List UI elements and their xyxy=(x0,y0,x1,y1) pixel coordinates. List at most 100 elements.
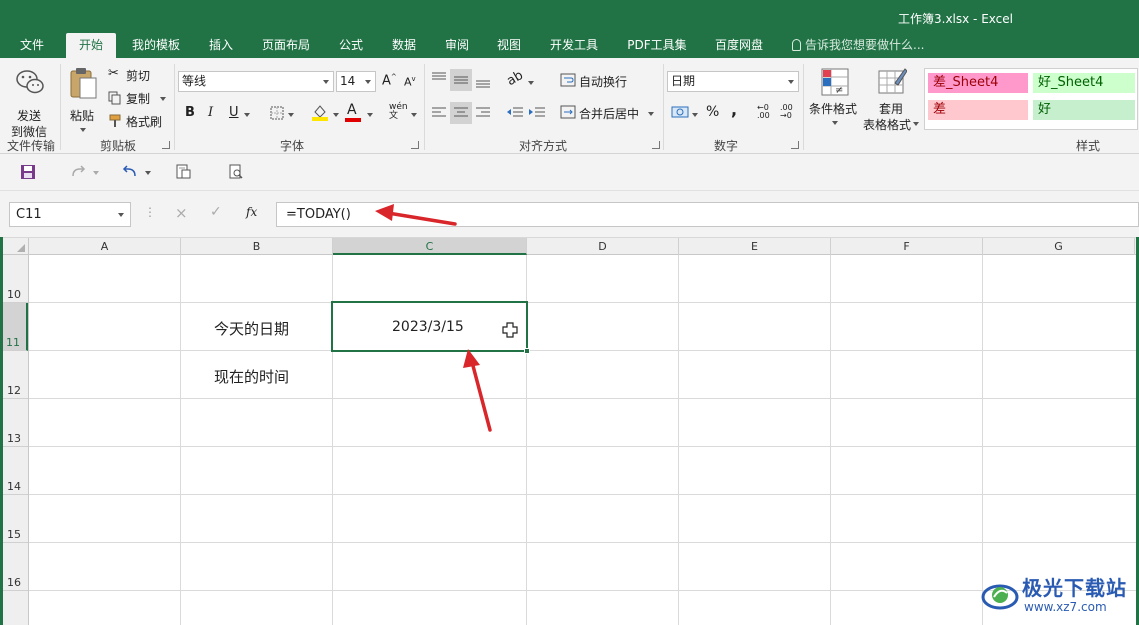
column-headers: A B C D E F G xyxy=(0,237,1139,255)
window-title: 工作簿3.xlsx - Excel xyxy=(898,12,1013,26)
format-painter-button[interactable]: 格式刷 xyxy=(106,112,168,130)
tab-page-layout[interactable]: 页面布局 xyxy=(254,33,318,58)
clipboard-icon xyxy=(70,68,97,99)
insert-function-button[interactable]: fx xyxy=(246,205,257,219)
tell-me-search[interactable]: 告诉我您想要做什么... xyxy=(792,33,924,58)
fill-handle[interactable] xyxy=(524,348,530,354)
formula-bar: C11 ⋮ × ✓ fx =TODAY() xyxy=(0,191,1139,237)
comma-button[interactable]: , xyxy=(731,100,737,119)
italic-button[interactable]: I xyxy=(208,105,213,120)
select-all-button[interactable] xyxy=(0,238,29,255)
row-header-15[interactable]: 15 xyxy=(0,495,28,543)
column-header-a[interactable]: A xyxy=(29,238,181,255)
row-header-10[interactable]: 10 xyxy=(0,255,28,303)
tab-view[interactable]: 视图 xyxy=(488,33,530,58)
watermark-title: 极光下载站 xyxy=(1022,576,1127,600)
increase-indent-icon[interactable] xyxy=(528,106,546,120)
number-launcher-icon[interactable] xyxy=(791,141,799,149)
row-header-13[interactable]: 13 xyxy=(0,399,28,447)
cell-b11[interactable]: 今天的日期 xyxy=(214,318,289,339)
fill-color-icon[interactable] xyxy=(311,103,329,121)
watermark-logo-icon xyxy=(981,584,1019,610)
format-as-table-button[interactable]: 套用 表格格式 xyxy=(862,66,922,136)
merge-cells-icon xyxy=(560,105,576,119)
cancel-formula-button[interactable]: × xyxy=(175,204,188,222)
wechat-icon xyxy=(16,70,44,94)
column-header-e[interactable]: E xyxy=(679,238,831,255)
ribbon-home: 发送 到微信 文件传输 粘贴 ✂ 剪切 复制 格式刷 剪贴板 等线 14 A^ … xyxy=(0,58,1139,154)
undo-icon[interactable] xyxy=(122,165,138,179)
column-header-c[interactable]: C xyxy=(333,238,527,255)
tab-baidu-netdisk[interactable]: 百度网盘 xyxy=(706,33,772,58)
name-box[interactable]: C11 xyxy=(9,202,131,227)
copy-button[interactable]: 复制 xyxy=(106,89,168,107)
row-header-14[interactable]: 14 xyxy=(0,447,28,495)
group-label-styles: 样式 xyxy=(1075,139,1100,153)
underline-button[interactable]: U xyxy=(229,105,239,120)
decrease-indent-icon[interactable] xyxy=(506,106,524,120)
style-good-sheet4[interactable]: 好_Sheet4 xyxy=(1033,73,1135,93)
tab-file[interactable]: 文件 xyxy=(9,33,55,58)
align-middle-icon[interactable] xyxy=(453,73,469,87)
bold-button[interactable]: B xyxy=(185,105,195,120)
worksheet-grid[interactable]: A B C D E F G 10 11 12 13 14 15 16 今天的日期… xyxy=(0,237,1139,625)
style-bad-sheet4[interactable]: 差_Sheet4 xyxy=(928,73,1028,93)
decrease-font-icon[interactable]: Av xyxy=(404,75,416,89)
font-name-select[interactable]: 等线 xyxy=(178,71,334,92)
row-header-16[interactable]: 16 xyxy=(0,543,28,591)
tab-developer[interactable]: 开发工具 xyxy=(541,33,607,58)
tab-pdf-tools[interactable]: PDF工具集 xyxy=(620,33,694,58)
row-header-11[interactable]: 11 xyxy=(0,303,28,351)
style-good[interactable]: 好 xyxy=(1033,100,1135,120)
tab-review[interactable]: 审阅 xyxy=(436,33,478,58)
paste-button[interactable]: 粘贴 xyxy=(64,66,102,136)
tab-formulas[interactable]: 公式 xyxy=(330,33,372,58)
align-left-icon[interactable] xyxy=(431,106,447,120)
font-size-select[interactable]: 14 xyxy=(336,71,376,92)
enter-formula-button[interactable]: ✓ xyxy=(210,204,222,220)
align-center-icon[interactable] xyxy=(453,106,469,120)
orientation-icon[interactable]: ab xyxy=(504,68,526,89)
column-header-b[interactable]: B xyxy=(181,238,333,255)
font-color-icon[interactable]: A xyxy=(344,102,362,122)
style-bad[interactable]: 差 xyxy=(928,100,1028,120)
merge-center-button[interactable]: 合并后居中 xyxy=(558,102,658,122)
tab-my-templates[interactable]: 我的模板 xyxy=(124,33,188,58)
group-label-number: 数字 xyxy=(713,139,738,153)
redo-icon[interactable] xyxy=(70,165,86,179)
column-header-f[interactable]: F xyxy=(831,238,983,255)
increase-decimal-icon[interactable]: ←0.00 xyxy=(757,104,770,120)
phonetic-icon[interactable]: wén 文 xyxy=(389,103,408,121)
column-header-g[interactable]: G xyxy=(983,238,1135,255)
tab-data[interactable]: 数据 xyxy=(383,33,425,58)
cut-button[interactable]: ✂ 剪切 xyxy=(106,66,156,84)
send-to-wechat-button[interactable]: 发送 到微信 xyxy=(6,66,54,139)
column-header-d[interactable]: D xyxy=(527,238,679,255)
font-launcher-icon[interactable] xyxy=(411,141,419,149)
ribbon-tabs: 文件 开始 我的模板 插入 页面布局 公式 数据 审阅 视图 开发工具 PDF工… xyxy=(0,33,1139,58)
align-top-icon[interactable] xyxy=(431,72,447,86)
align-right-icon[interactable] xyxy=(475,106,491,120)
accounting-format-icon[interactable] xyxy=(671,106,689,120)
print-preview-icon[interactable] xyxy=(175,164,191,180)
formula-input[interactable]: =TODAY() xyxy=(276,202,1139,227)
tab-insert[interactable]: 插入 xyxy=(200,33,242,58)
cell-b12[interactable]: 现在的时间 xyxy=(214,366,289,387)
clipboard-launcher-icon[interactable] xyxy=(162,141,170,149)
svg-text:≠: ≠ xyxy=(835,85,843,96)
increase-font-icon[interactable]: A^ xyxy=(382,73,397,88)
group-label-alignment: 对齐方式 xyxy=(518,139,567,153)
tab-home[interactable]: 开始 xyxy=(66,33,116,58)
wrap-text-button[interactable]: 自动换行 xyxy=(558,70,648,90)
percent-button[interactable]: % xyxy=(706,104,719,120)
save-icon[interactable] xyxy=(20,164,36,180)
border-icon[interactable] xyxy=(270,106,284,120)
align-bottom-icon[interactable] xyxy=(475,74,491,88)
zoom-preview-icon[interactable] xyxy=(228,164,244,180)
number-format-select[interactable]: 日期 xyxy=(667,71,799,92)
row-header-12[interactable]: 12 xyxy=(0,351,28,399)
conditional-format-button[interactable]: ≠ 条件格式 xyxy=(808,66,862,134)
alignment-launcher-icon[interactable] xyxy=(652,141,660,149)
active-cell-c11[interactable] xyxy=(331,301,530,354)
decrease-decimal-icon[interactable]: .00 →0 xyxy=(780,104,793,120)
